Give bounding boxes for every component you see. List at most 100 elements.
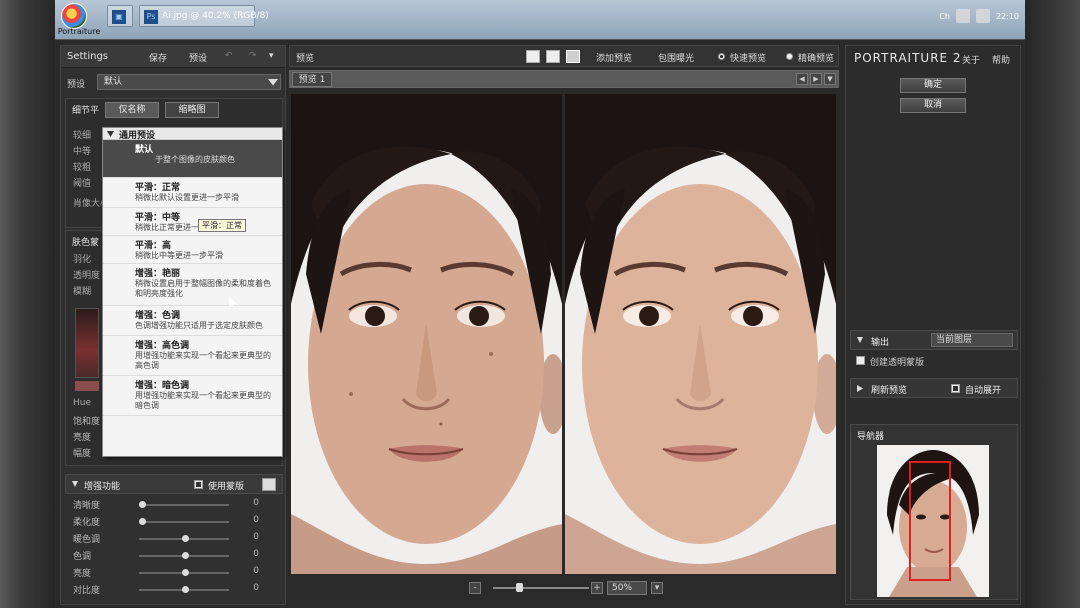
input-method-label[interactable]: Ch <box>939 12 950 21</box>
detail-side-label: 较细 <box>73 131 92 141</box>
preset-item[interactable]: 平滑：中等 稍微比正常更进一步平滑 <box>103 208 282 236</box>
mask-side-label: 模糊 <box>73 287 92 297</box>
slider-row[interactable]: 对比度 0 <box>69 583 279 596</box>
collapse-icon[interactable] <box>857 337 863 343</box>
clock-label[interactable]: 22:10 <box>996 12 1019 21</box>
slider-label: 柔化度 <box>73 518 101 528</box>
accurate-preview-radio[interactable] <box>786 53 793 60</box>
tab-name-only[interactable]: 仅名称 <box>105 102 159 118</box>
chevron-down-icon[interactable]: ▾ <box>651 582 663 594</box>
navigator-view-rect[interactable] <box>909 461 951 581</box>
network-icon[interactable] <box>955 9 970 23</box>
preset-item-default[interactable]: 默认 于整个图像的皮肤颜色 <box>103 140 282 178</box>
after-preview-image[interactable] <box>565 94 836 574</box>
preset-item[interactable]: 增强：艳丽 稍微设置启用于整幅图像的柔和度着色和明亮度强化 <box>103 264 282 306</box>
volume-icon[interactable] <box>975 9 990 23</box>
refresh-preview-label[interactable]: 刷新预览 <box>871 383 907 396</box>
slider-row[interactable]: 清晰度 0 <box>69 498 279 511</box>
enhancement-title: 增强功能 <box>84 482 121 492</box>
chevron-right-icon[interactable]: ▶ <box>810 73 822 85</box>
tab-preview-1[interactable]: 预览 1 <box>292 72 332 87</box>
preset-item[interactable]: 平滑：正常 稍微比默认设置更进一步平滑 <box>103 178 282 208</box>
preset-item[interactable]: 增强：色调 色调增强功能只适用于选定皮肤颜色 <box>103 306 282 336</box>
skin-color-bar[interactable] <box>75 381 99 391</box>
preset-item-desc: 稍微比中等更进一步平滑 <box>135 251 223 260</box>
output-select[interactable]: 当前图层 <box>931 333 1013 347</box>
transparent-mask-checkbox[interactable] <box>856 356 865 365</box>
slider-track[interactable] <box>139 569 229 576</box>
panel-menu-icon[interactable]: ▾ <box>269 51 274 61</box>
zoom-level-select[interactable]: 50% <box>607 581 647 595</box>
slider-row[interactable]: 色调 0 <box>69 549 279 562</box>
slider-track[interactable] <box>139 552 229 559</box>
use-mask-checkbox[interactable] <box>194 480 203 489</box>
histogram-icon[interactable] <box>262 478 276 491</box>
cancel-button[interactable]: 取消 <box>900 98 966 113</box>
slider-track[interactable] <box>139 586 229 593</box>
help-button[interactable]: 帮助 <box>992 53 1010 66</box>
split-vertical-icon[interactable] <box>566 50 580 63</box>
split-horizontal-icon[interactable] <box>546 50 560 63</box>
about-button[interactable]: 关于 <box>962 53 980 66</box>
preview-title: 预览 <box>296 54 315 64</box>
slider-thumb[interactable] <box>182 535 189 542</box>
slider-thumb[interactable] <box>182 586 189 593</box>
taskbar-app-icon[interactable]: ▣ <box>107 5 133 27</box>
preset-group-header[interactable]: 通用预设 <box>103 128 282 141</box>
os-taskbar: Portraiture ▣ Ps Ai.jpg @ 40.2% (RGB/8) … <box>55 0 1025 40</box>
slider-thumb[interactable] <box>182 552 189 559</box>
preset-item-title: 平滑：高 <box>135 241 172 251</box>
windows-start-icon[interactable] <box>61 3 87 29</box>
preset-button[interactable]: 预设 <box>189 51 207 64</box>
slider-label: 幅度 <box>73 449 92 459</box>
preset-item[interactable]: 平滑：高 稍微比中等更进一步平滑 <box>103 236 282 264</box>
skin-color-swatch[interactable] <box>75 308 99 378</box>
bracketing-button[interactable]: 包围曝光 <box>658 51 694 64</box>
preset-item-desc: 稍微比默认设置更进一步平滑 <box>135 193 239 202</box>
zoom-slider-thumb[interactable] <box>515 583 523 592</box>
zoom-in-button[interactable]: + <box>591 582 603 594</box>
slider-thumb[interactable] <box>139 518 146 525</box>
quick-preview-radio[interactable] <box>718 53 725 60</box>
slider-row[interactable]: 暖色调 0 <box>69 532 279 545</box>
chevron-down-icon[interactable]: ▼ <box>824 73 836 85</box>
taskbar-photoshop-task[interactable]: Ps Ai.jpg @ 40.2% (RGB/8) <box>139 5 269 27</box>
slider-value: 0 <box>253 498 259 508</box>
portrait-before-image <box>291 94 562 574</box>
single-view-icon[interactable] <box>526 50 540 63</box>
navigator-thumbnail[interactable] <box>877 445 989 597</box>
redo-icon[interactable]: ↷ <box>249 51 257 61</box>
collapse-icon[interactable] <box>72 481 78 487</box>
save-button[interactable]: 保存 <box>149 51 167 64</box>
preset-item[interactable]: 增强：高色调 用增强功能来实现一个看起来更典型的高色调 <box>103 336 282 376</box>
chevron-left-icon[interactable]: ◀ <box>796 73 808 85</box>
slider-thumb[interactable] <box>182 569 189 576</box>
preset-dropdown-menu: 通用预设 默认 于整个图像的皮肤颜色 平滑：正常 稍微比默认设置更进一步平滑 平… <box>102 127 283 457</box>
expand-icon[interactable] <box>857 385 863 392</box>
tab-thumbnail[interactable]: 缩略图 <box>165 102 219 118</box>
preset-item[interactable]: 增强：暗色调 用增强功能来实现一个看起来更典型的暗色调 <box>103 376 282 416</box>
preset-select[interactable]: 默认 <box>97 74 281 90</box>
slider-track[interactable] <box>139 518 229 525</box>
output-label: 输出 <box>871 338 890 348</box>
detail-section-title: 细节平 <box>72 106 100 116</box>
slider-track[interactable] <box>139 535 229 542</box>
add-preview-button[interactable]: 添加预览 <box>596 51 632 64</box>
use-mask-label: 使用蒙版 <box>208 482 245 492</box>
zoom-slider-track[interactable] <box>493 587 589 589</box>
ok-button[interactable]: 确定 <box>900 78 966 93</box>
accurate-preview-label: 精确预览 <box>798 54 835 64</box>
settings-title: Settings <box>67 51 109 62</box>
auto-expand-checkbox[interactable] <box>951 384 960 393</box>
slider-row[interactable]: 柔化度 0 <box>69 515 279 528</box>
slider-track[interactable] <box>139 501 229 508</box>
right-panel: PORTRAITURE 2 关于 帮助 确定 取消 输出 当前图层 创建透明蒙版… <box>845 45 1021 605</box>
detail-side-label: 阈值 <box>73 179 92 189</box>
transparent-mask-label: 创建透明蒙版 <box>870 358 925 368</box>
before-preview-image[interactable] <box>291 94 562 574</box>
slider-row[interactable]: 亮度 0 <box>69 566 279 579</box>
preset-item-title: 增强：色调 <box>135 311 181 321</box>
slider-thumb[interactable] <box>139 501 146 508</box>
undo-icon[interactable]: ↶ <box>225 51 233 61</box>
zoom-out-button[interactable]: - <box>469 582 481 594</box>
